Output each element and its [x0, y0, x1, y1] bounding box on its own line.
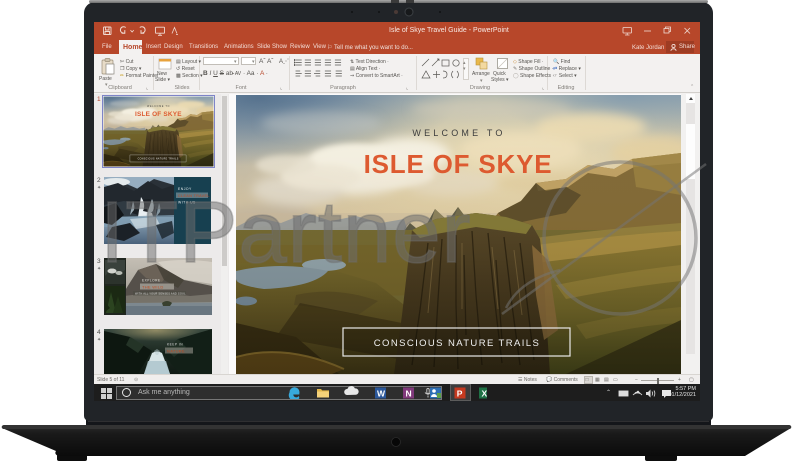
svg-text:KEEP IN: KEEP IN [167, 343, 183, 347]
svg-text:WITH US: WITH US [178, 201, 196, 205]
svg-text:EXPLORE: EXPLORE [142, 279, 161, 283]
svg-text:THE WILD: THE WILD [142, 285, 164, 290]
svg-text:N: N [406, 389, 412, 399]
svg-text:P: P [457, 388, 463, 398]
svg-text:X: X [482, 389, 488, 399]
svg-text:ENJOY: ENJOY [178, 187, 192, 191]
svg-text:NATURE: NATURE [167, 349, 185, 354]
svg-text:CLEAN TRAVEL: CLEAN TRAVEL [178, 194, 210, 198]
svg-text:W: W [377, 389, 386, 399]
svg-text:WITH ALL YOUR SENSES AND SOUL: WITH ALL YOUR SENSES AND SOUL [135, 292, 186, 296]
